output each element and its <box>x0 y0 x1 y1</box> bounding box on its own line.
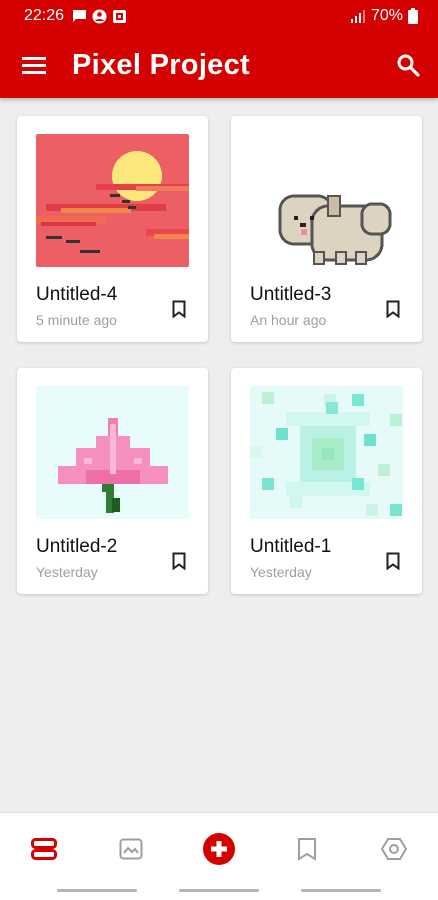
bookmark-icon[interactable] <box>172 300 186 318</box>
nav-gallery[interactable] <box>109 827 153 871</box>
search-icon[interactable] <box>396 53 420 77</box>
project-card[interactable]: Untitled-4 5 minute ago <box>17 116 208 342</box>
project-time: Yesterday <box>250 564 312 580</box>
add-icon <box>202 832 235 865</box>
account-icon <box>92 9 107 23</box>
settings-icon <box>381 837 408 860</box>
project-card[interactable]: Untitled-3 An hour ago <box>231 116 422 342</box>
project-thumbnail <box>36 386 189 519</box>
project-card[interactable]: Untitled-1 Yesterday <box>231 368 422 594</box>
project-name: Untitled-3 <box>250 284 332 305</box>
project-thumbnail <box>250 134 403 267</box>
project-name: Untitled-1 <box>250 536 332 557</box>
signal-icon <box>350 10 365 23</box>
gallery-icon <box>119 838 143 859</box>
project-time: 5 minute ago <box>36 312 117 328</box>
status-time: 22:26 <box>24 7 65 24</box>
bookmark-icon[interactable] <box>386 552 400 570</box>
bookmarks-icon <box>297 837 316 861</box>
gesture-indicator <box>301 889 381 892</box>
project-card[interactable]: Untitled-2 Yesterday <box>17 368 208 594</box>
status-bar: 22:26 70% <box>0 0 438 32</box>
bookmark-icon[interactable] <box>386 300 400 318</box>
gesture-indicator <box>57 889 137 892</box>
battery-percent: 70% <box>370 7 403 24</box>
menu-icon[interactable] <box>22 55 46 75</box>
nav-bookmarks[interactable] <box>285 827 329 871</box>
project-time: An hour ago <box>250 312 327 328</box>
battery-icon <box>408 8 418 24</box>
project-time: Yesterday <box>36 564 98 580</box>
project-thumbnail <box>36 134 189 267</box>
gesture-indicator <box>179 889 259 892</box>
projects-icon <box>30 837 57 860</box>
bookmark-icon[interactable] <box>172 552 186 570</box>
app-bar: Pixel Project <box>0 32 438 98</box>
message-icon <box>73 9 87 22</box>
gesture-bar <box>0 884 438 900</box>
app-title: Pixel Project <box>72 48 250 81</box>
nav-projects[interactable] <box>22 827 66 871</box>
project-name: Untitled-2 <box>36 536 118 557</box>
nav-add[interactable] <box>197 827 241 871</box>
bottom-navigation <box>0 812 438 884</box>
nav-settings[interactable] <box>372 827 416 871</box>
app-notification-icon <box>113 9 127 23</box>
project-name: Untitled-4 <box>36 284 118 305</box>
project-thumbnail <box>250 386 403 519</box>
